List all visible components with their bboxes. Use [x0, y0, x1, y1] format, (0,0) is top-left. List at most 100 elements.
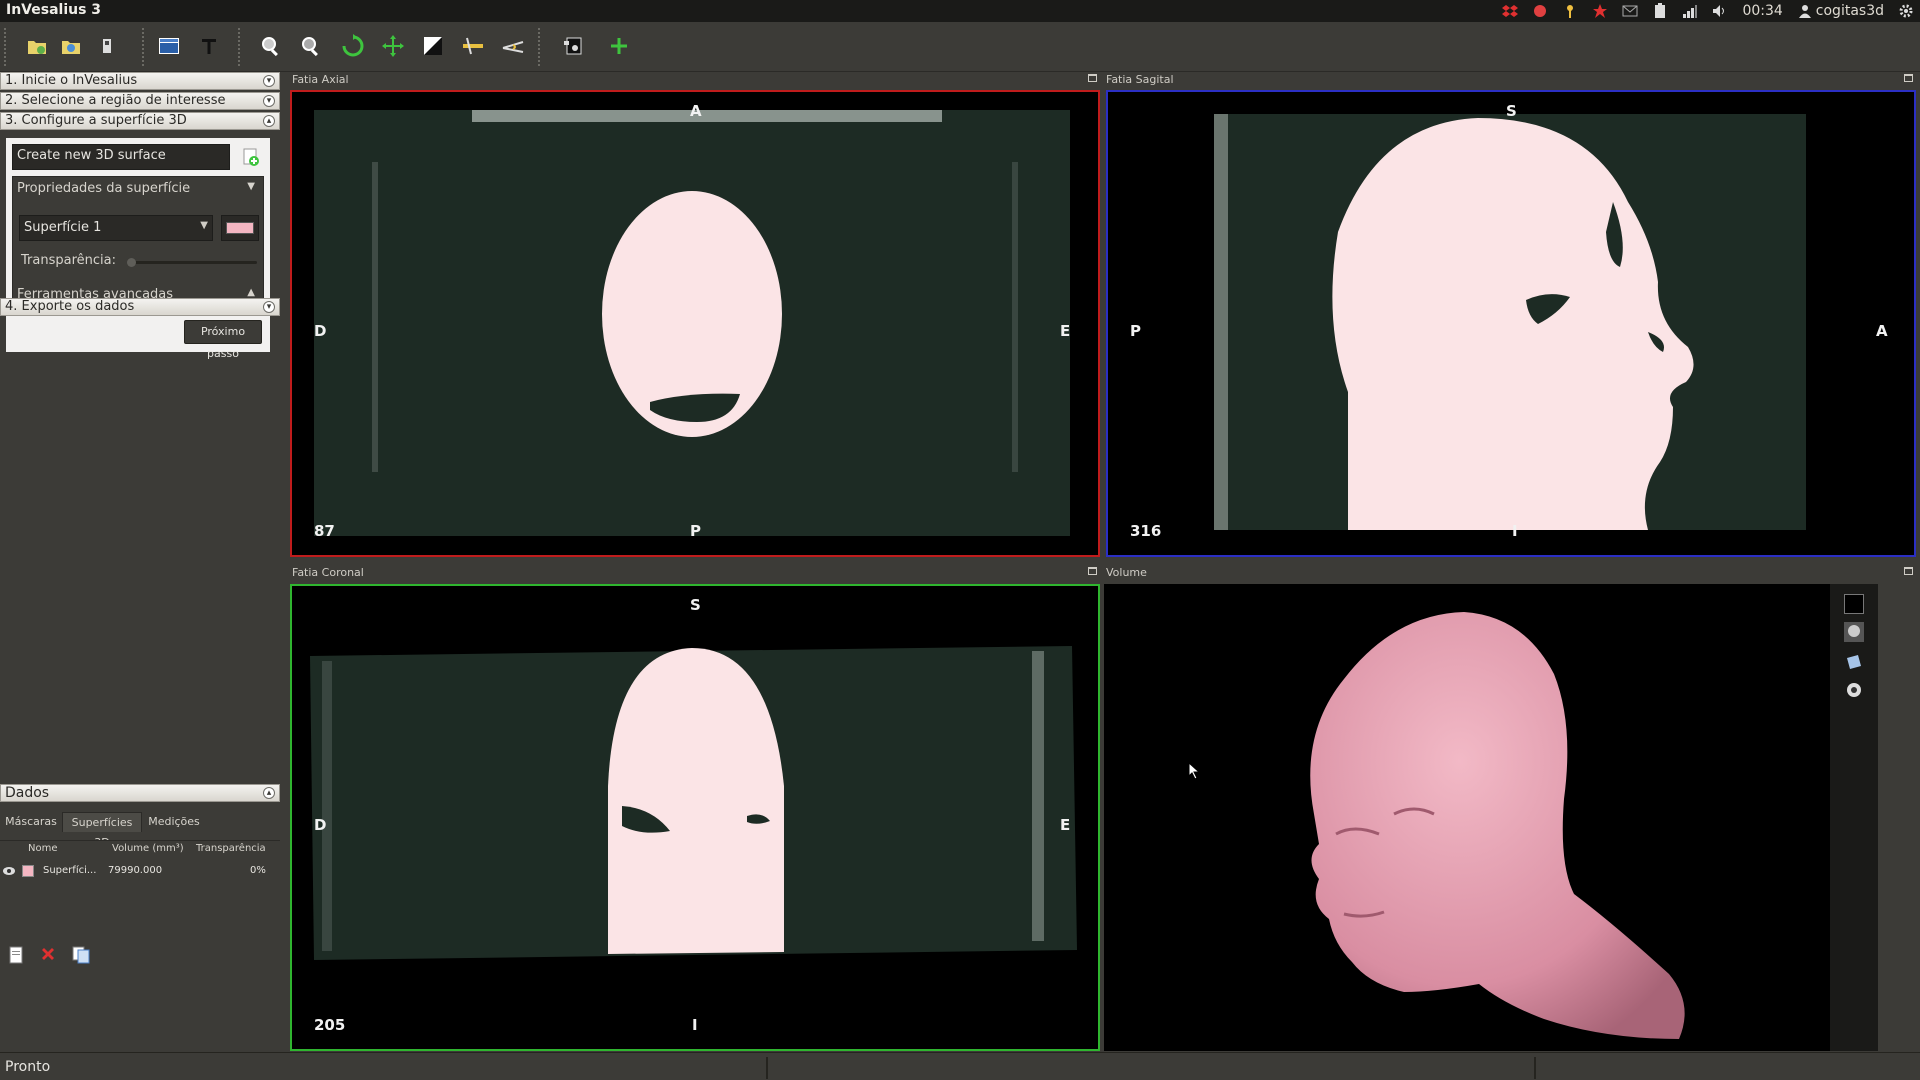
transparency-slider[interactable] [127, 258, 257, 267]
duplicate-icon[interactable] [72, 946, 90, 964]
text-toggle-button[interactable] [194, 31, 224, 61]
update-icon[interactable] [1532, 3, 1548, 19]
key-icon[interactable] [1562, 3, 1578, 19]
zoom-in-button[interactable] [256, 31, 286, 61]
slice-plane-icon[interactable] [1844, 652, 1864, 672]
username: cogitas3d [1815, 3, 1884, 19]
expand-chevron-icon[interactable]: ▾ [263, 301, 275, 313]
orientation-top: S [690, 596, 701, 614]
rotate-icon [342, 34, 364, 57]
mail-icon[interactable] [1622, 3, 1638, 19]
create-surface-button[interactable] [238, 144, 264, 170]
text-icon [202, 39, 216, 54]
battery-icon[interactable] [1652, 3, 1668, 19]
head-view-icon[interactable] [1844, 622, 1864, 642]
table-header: Nome Volume (mm³) Transparência [0, 843, 280, 859]
slice-number: 316 [1130, 522, 1162, 540]
angle-icon [502, 41, 524, 53]
pan-button[interactable] [378, 31, 408, 61]
surface-color-button[interactable] [221, 215, 259, 241]
slice-number: 205 [314, 1016, 346, 1034]
new-document-icon[interactable] [8, 946, 24, 964]
slider-knob[interactable] [127, 258, 136, 267]
data-panel-header[interactable]: Dados ▴ [0, 784, 280, 802]
app-window: InVesalius 3 00:34 cogitas3d 1. Inicie o… [0, 0, 1920, 1080]
contrast-button[interactable] [418, 31, 448, 61]
collapse-arrow-icon[interactable]: ▼ [247, 181, 255, 192]
orientation-left: P [1130, 322, 1141, 340]
maximize-icon[interactable] [1904, 567, 1913, 575]
gear-icon[interactable] [1898, 3, 1914, 19]
ruler-icon [463, 37, 483, 55]
open-project-button[interactable] [56, 31, 86, 61]
collapse-chevron-icon[interactable]: ▴ [263, 787, 275, 799]
tab-masks[interactable]: Máscaras [2, 812, 60, 832]
sagittal-viewport[interactable]: S I P A 316 [1106, 90, 1916, 557]
background-color-button[interactable] [1844, 594, 1864, 614]
status-text: Pronto [5, 1059, 51, 1075]
visibility-eye-icon[interactable] [2, 864, 16, 878]
next-step-button[interactable]: Próximo passo [184, 320, 262, 360]
add-button[interactable] [604, 31, 634, 61]
toolbar-separator [538, 28, 542, 66]
step-1-header[interactable]: 1. Inicie o InVesalius ▾ [0, 72, 280, 90]
delete-icon[interactable] [40, 946, 56, 962]
axial-view-title: Fatia Axial [292, 73, 349, 86]
orientation-left: D [314, 322, 327, 340]
network-icon[interactable] [1682, 3, 1698, 19]
column-name[interactable]: Nome [28, 843, 58, 854]
column-transparency[interactable]: Transparência [196, 843, 266, 854]
import-dicom-button[interactable] [22, 31, 52, 61]
tab-measurements[interactable]: Medições [144, 812, 204, 832]
status-divider [1534, 1057, 1536, 1079]
mouse-cursor-icon [1188, 762, 1201, 780]
user-icon [1798, 5, 1811, 18]
maximize-icon[interactable] [1904, 74, 1913, 82]
axial-slice-image [314, 110, 1070, 536]
maximize-icon[interactable] [1088, 74, 1097, 82]
expand-chevron-icon[interactable]: ▾ [263, 75, 275, 87]
magnifier-icon [262, 37, 278, 57]
step-4-header[interactable]: 4. Exporte os dados ▾ [0, 298, 280, 316]
clock[interactable]: 00:34 [1742, 3, 1782, 19]
camera-icon[interactable] [1844, 680, 1864, 700]
step-2-header[interactable]: 2. Selecione a região de interesse ▾ [0, 92, 280, 110]
volume-view-title: Volume [1106, 566, 1147, 579]
expand-arrow-icon[interactable]: ▲ [247, 287, 255, 298]
table-row[interactable]: Superfíci... 79990.000 0% [0, 863, 280, 881]
row-transparency: 0% [250, 865, 266, 876]
surface-properties-title[interactable]: Propriedades da superfície [17, 181, 190, 196]
user-menu[interactable]: cogitas3d [1797, 3, 1884, 19]
save-project-button[interactable] [92, 31, 122, 61]
dropbox-icon[interactable] [1502, 3, 1519, 19]
measure-distance-button[interactable] [458, 31, 488, 61]
zoom-region-button[interactable] [296, 31, 326, 61]
expand-chevron-icon[interactable]: ▾ [263, 95, 275, 107]
tab-surfaces[interactable]: Superfícies 3D [62, 812, 142, 849]
row-name: Superfíci... [43, 865, 97, 876]
slice-editor-button[interactable] [558, 31, 588, 61]
toolbar-grip [4, 28, 8, 66]
step-1-label: 1. Inicie o InVesalius [5, 73, 138, 88]
orientation-right: E [1060, 322, 1071, 340]
column-volume[interactable]: Volume (mm³) [112, 843, 184, 854]
axial-viewport[interactable]: A P D E 87 [290, 90, 1100, 557]
maximize-icon[interactable] [1088, 567, 1097, 575]
collapse-chevron-icon[interactable]: ▴ [263, 115, 275, 127]
coronal-viewport[interactable]: S I D E 205 [290, 584, 1100, 1051]
step-3-header[interactable]: 3. Configure a superfície 3D ▴ [0, 112, 280, 130]
system-tray: 00:34 cogitas3d [1502, 0, 1914, 22]
layout-button[interactable] [154, 31, 184, 61]
zoom-select-icon [302, 37, 318, 57]
rotate-button[interactable] [338, 31, 368, 61]
save-icon [103, 39, 111, 53]
orientation-top: S [1506, 102, 1517, 120]
new-surface-field[interactable]: Create new 3D surface [12, 144, 230, 170]
measure-angle-button[interactable] [498, 31, 528, 61]
data-actions [0, 938, 280, 974]
volume-icon[interactable] [1712, 3, 1728, 19]
surface-select[interactable]: Superfície 1 ▼ [19, 215, 213, 241]
volume-viewport[interactable] [1104, 584, 1878, 1051]
main-toolbar [0, 22, 1920, 72]
alert-icon[interactable] [1592, 3, 1608, 19]
